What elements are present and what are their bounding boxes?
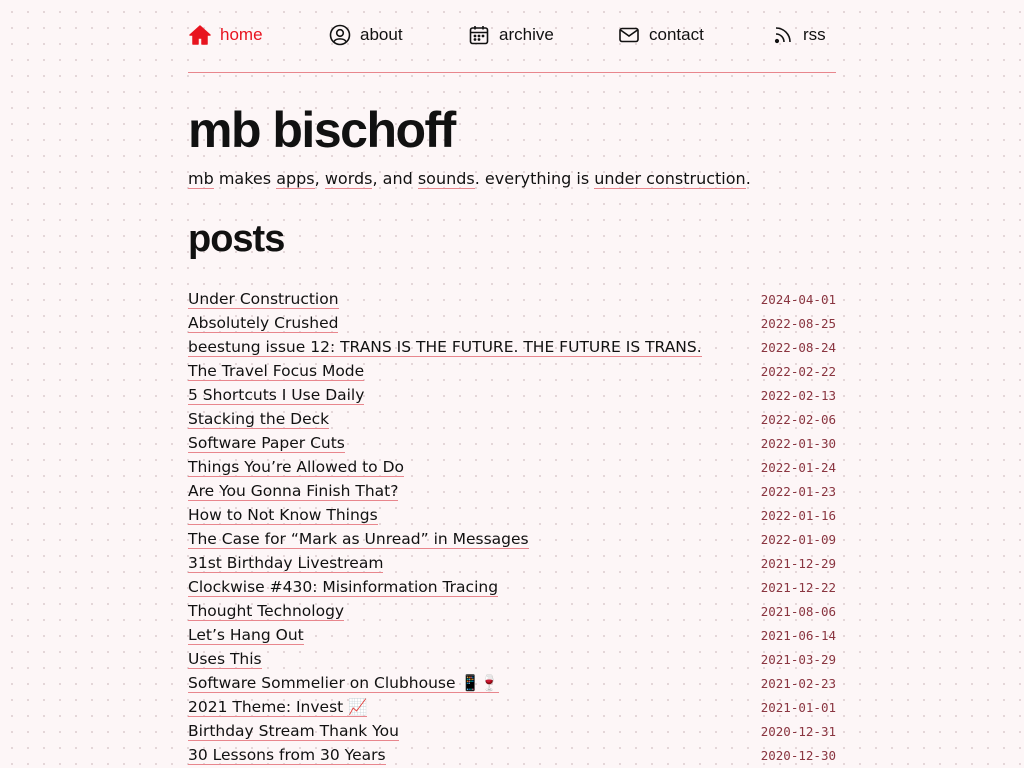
posts-heading: posts (188, 218, 285, 260)
tagline-text: . everything is (474, 169, 595, 188)
nav-contact-link[interactable]: contact (617, 22, 704, 48)
page-container: home about archive contact rss mb bischo… (188, 0, 836, 765)
post-date: 2022-08-24 (760, 340, 836, 355)
tagline-text: , and (372, 169, 418, 188)
post-title-link[interactable]: Are You Gonna Finish That? (188, 482, 399, 501)
post-title-link[interactable]: The Case for “Mark as Unread” in Message… (188, 530, 529, 549)
post-date: 2022-01-16 (760, 508, 836, 523)
tagline-sounds-link[interactable]: sounds (417, 169, 475, 189)
post-date: 2020-12-31 (760, 724, 836, 739)
nav-about-label: about (360, 25, 403, 44)
post-row: Software Sommelier on Clubhouse 📱🍷 2021-0… (188, 672, 836, 696)
post-title-link[interactable]: Thought Technology (188, 602, 345, 621)
post-row: Absolutely Crushed 2022-08-25 (188, 312, 836, 336)
post-title-link[interactable]: Birthday Stream Thank You (188, 722, 399, 741)
post-row: 31st Birthday Livestream 2021-12-29 (188, 552, 836, 576)
nav-rss-label: rss (803, 25, 826, 44)
main-nav: home about archive contact rss (188, 0, 836, 73)
post-date: 2022-02-06 (760, 412, 836, 427)
post-row: beestung issue 12: TRANS IS THE FUTURE. … (188, 336, 836, 360)
nav-about-link[interactable]: about (328, 22, 403, 48)
post-date: 2022-02-13 (760, 388, 836, 403)
nav-home-label: home (220, 25, 263, 44)
post-row: Under Construction 2024-04-01 (188, 288, 836, 312)
nav-rss-link[interactable]: rss (771, 22, 826, 48)
post-row: 30 Lessons from 30 Years 2020-12-30 (188, 744, 836, 768)
post-row: Clockwise #430: Misinformation Tracing 20… (188, 576, 836, 600)
post-title-link[interactable]: 30 Lessons from 30 Years (188, 746, 386, 765)
post-row: How to Not Know Things 2022-01-16 (188, 504, 836, 528)
post-title-link[interactable]: 2021 Theme: Invest 📈 (188, 698, 368, 717)
post-row: Uses This 2021-03-29 (188, 648, 836, 672)
post-date: 2022-08-25 (760, 316, 836, 331)
post-title-link[interactable]: 5 Shortcuts I Use Daily (188, 386, 365, 405)
post-title-link[interactable]: Absolutely Crushed (188, 314, 339, 333)
post-row: 2021 Theme: Invest 📈 2021-01-01 (188, 696, 836, 720)
post-title-link[interactable]: Software Paper Cuts (188, 434, 345, 453)
nav-archive-label: archive (499, 25, 554, 44)
post-row: Stacking the Deck 2022-02-06 (188, 408, 836, 432)
post-date: 2024-04-01 (760, 292, 836, 307)
rss-icon (771, 23, 795, 47)
post-row: Things You’re Allowed to Do 2022-01-24 (188, 456, 836, 480)
post-row: Are You Gonna Finish That? 2022-01-23 (188, 480, 836, 504)
post-title-link[interactable]: The Travel Focus Mode (188, 362, 365, 381)
calendar-icon (467, 23, 491, 47)
post-date: 2021-08-06 (760, 604, 836, 619)
post-title-link[interactable]: Let’s Hang Out (188, 626, 304, 645)
nav-archive-link[interactable]: archive (467, 22, 554, 48)
post-title-link[interactable]: Clockwise #430: Misinformation Tracing (188, 578, 499, 597)
post-date: 2021-12-22 (760, 580, 836, 595)
post-title-link[interactable]: Stacking the Deck (188, 410, 330, 429)
post-row: Birthday Stream Thank You 2020-12-31 (188, 720, 836, 744)
nav-contact-label: contact (649, 25, 704, 44)
post-date: 2022-01-09 (760, 532, 836, 547)
post-title-link[interactable]: Uses This (188, 650, 262, 669)
nav-home-link[interactable]: home (188, 22, 263, 48)
post-title-link[interactable]: Under Construction (188, 290, 339, 309)
tagline-text: , (314, 169, 325, 188)
tagline-mb-link[interactable]: mb (188, 169, 214, 189)
post-title-link[interactable]: 31st Birthday Livestream (188, 554, 384, 573)
post-date: 2022-01-23 (760, 484, 836, 499)
post-title-link[interactable]: Software Sommelier on Clubhouse 📱🍷 (188, 674, 500, 693)
post-row: The Travel Focus Mode 2022-02-22 (188, 360, 836, 384)
post-date: 2022-01-24 (760, 460, 836, 475)
user-circle-icon (328, 23, 352, 47)
posts-list: Under Construction 2024-04-01 Absolutely C… (188, 288, 836, 768)
post-date: 2021-01-01 (760, 700, 836, 715)
mail-icon (617, 23, 641, 47)
post-date: 2022-01-30 (760, 436, 836, 451)
post-date: 2022-02-22 (760, 364, 836, 379)
post-title-link[interactable]: Things You’re Allowed to Do (188, 458, 404, 477)
post-row: Software Paper Cuts 2022-01-30 (188, 432, 836, 456)
tagline-text: . (745, 169, 751, 188)
post-date: 2020-12-30 (760, 748, 836, 763)
home-icon (188, 23, 212, 47)
post-row: 5 Shortcuts I Use Daily 2022-02-13 (188, 384, 836, 408)
tagline-words-link[interactable]: words (324, 169, 373, 189)
tagline-apps-link[interactable]: apps (276, 169, 315, 189)
post-row: Let’s Hang Out 2021-06-14 (188, 624, 836, 648)
post-row: The Case for “Mark as Unread” in Message… (188, 528, 836, 552)
post-title-link[interactable]: How to Not Know Things (188, 506, 378, 525)
post-date: 2021-06-14 (760, 628, 836, 643)
post-date: 2021-12-29 (760, 556, 836, 571)
post-date: 2021-02-23 (760, 676, 836, 691)
site-title: mb bischoff (188, 102, 456, 158)
post-title-link[interactable]: beestung issue 12: TRANS IS THE FUTURE. … (188, 338, 702, 357)
tagline-under-construction-link[interactable]: under construction (594, 169, 746, 189)
post-date: 2021-03-29 (760, 652, 836, 667)
post-row: Thought Technology 2021-08-06 (188, 600, 836, 624)
tagline-text: makes (213, 169, 277, 188)
site-tagline: mb makes apps, words, and sounds. everyt… (188, 168, 751, 190)
